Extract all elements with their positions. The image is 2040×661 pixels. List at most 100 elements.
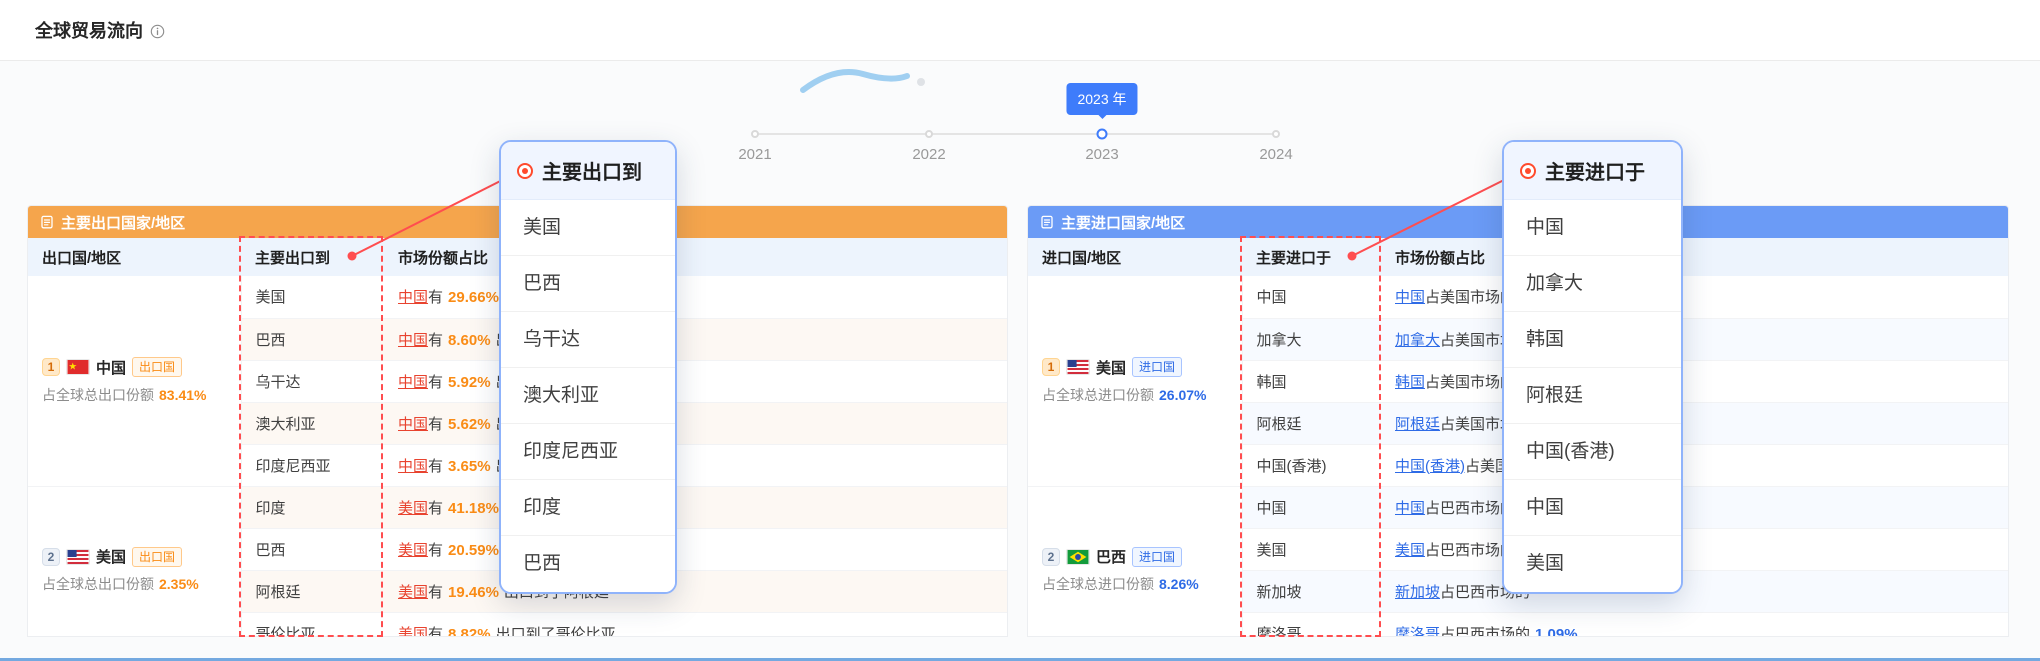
market-share-cell: 中国占美国市场的 <box>1381 276 2008 318</box>
exporter-role-badge: 出口国 <box>132 357 182 377</box>
timeline-label-2023[interactable]: 2023 <box>1085 146 1118 163</box>
country-link[interactable]: 中国 <box>398 289 428 306</box>
popup-item[interactable]: 澳大利亚 <box>501 368 675 424</box>
country-link[interactable]: 韩国 <box>1395 374 1425 391</box>
share-percent: 1.09% <box>1535 626 1578 638</box>
country-link[interactable]: 阿根廷 <box>1395 416 1440 433</box>
page-title: 全球贸易流向 <box>35 17 143 43</box>
export-popup-title: 主要出口到 <box>542 156 642 185</box>
decorative-swoosh <box>795 60 935 102</box>
red-target-icon <box>517 163 533 179</box>
timeline-dot-2024[interactable] <box>1272 130 1280 138</box>
source-cell: 中国 <box>1242 486 1381 528</box>
import-table-title: 主要进口国家/地区 <box>1061 212 1185 233</box>
popup-item[interactable]: 巴西 <box>501 256 675 312</box>
country-link[interactable]: 摩洛哥 <box>1395 626 1440 638</box>
popup-item[interactable]: 中国 <box>1504 200 1681 256</box>
market-share-cell: 美国有19.46%出口到了阿根廷 <box>384 570 1007 612</box>
rank-2-badge: 2 <box>1042 548 1060 566</box>
market-share-cell: 新加坡占巴西市场的 <box>1381 570 2008 612</box>
market-share-cell: 美国有8.82%出口到了哥伦比亚 <box>384 612 1007 637</box>
info-icon[interactable] <box>150 24 165 39</box>
global-share-label: 占全球总进口份额 <box>1042 387 1154 403</box>
share-text-mid: 有 <box>428 289 443 306</box>
share-text-tail: 出口到了哥伦比亚 <box>496 626 616 638</box>
popup-item[interactable]: 美国 <box>1504 536 1681 592</box>
share-text-mid: 有 <box>428 416 443 433</box>
col-header-import-share: 市场份额占比 <box>1381 238 2008 276</box>
market-share-cell: 加拿大占美国市场的 <box>1381 318 2008 360</box>
importer-country-name: 美国 <box>1096 357 1126 378</box>
popup-item[interactable]: 美国 <box>501 200 675 256</box>
importer-country-name: 巴西 <box>1096 546 1126 567</box>
source-cell: 韩国 <box>1242 360 1381 402</box>
country-link[interactable]: 美国 <box>1395 542 1425 559</box>
source-cell: 摩洛哥 <box>1242 612 1381 637</box>
red-target-icon <box>1520 163 1536 179</box>
rank-1-badge: 1 <box>1042 358 1060 376</box>
global-share-label: 占全球总出口份额 <box>42 387 154 403</box>
timeline-dot-2021[interactable] <box>751 130 759 138</box>
importer-group-cell-us: 1 美国 进口国 占全球总进口份额26.07% <box>1028 276 1242 486</box>
country-link[interactable]: 加拿大 <box>1395 332 1440 349</box>
global-share-label: 占全球总进口份额 <box>1042 576 1154 592</box>
country-link[interactable]: 中国 <box>1395 289 1425 306</box>
timeline-label-2021[interactable]: 2021 <box>738 146 771 163</box>
year-tooltip: 2023 年 <box>1066 83 1137 115</box>
country-link[interactable]: 美国 <box>398 500 428 517</box>
list-clipboard-icon <box>1040 215 1054 229</box>
market-share-cell: 中国有29.66%出口到了美国 <box>384 276 1007 318</box>
share-percent: 5.92% <box>448 374 491 391</box>
country-link[interactable]: 中国 <box>1395 500 1425 517</box>
country-link[interactable]: 中国(香港) <box>1395 458 1465 475</box>
popup-item[interactable]: 中国(香港) <box>1504 424 1681 480</box>
destination-cell: 美国 <box>241 276 384 318</box>
timeline-track[interactable] <box>755 133 1276 135</box>
market-share-cell: 中国有8.60%出口到了巴西 <box>384 318 1007 360</box>
country-link[interactable]: 中国 <box>398 332 428 349</box>
timeline-dot-2023[interactable] <box>1097 129 1108 140</box>
importer-role-badge: 进口国 <box>1132 547 1182 567</box>
popup-item[interactable]: 印度尼西亚 <box>501 424 675 480</box>
destination-cell: 乌干达 <box>241 360 384 402</box>
country-link[interactable]: 美国 <box>398 542 428 559</box>
exporter-group-cell-china: 1 中国 出口国 占全球总出口份额83.41% <box>28 276 241 486</box>
china-flag-icon <box>66 359 90 375</box>
country-link[interactable]: 中国 <box>398 374 428 391</box>
popup-item[interactable]: 印度 <box>501 480 675 536</box>
popup-item[interactable]: 韩国 <box>1504 312 1681 368</box>
popup-item[interactable]: 巴西 <box>501 536 675 592</box>
us-flag-icon <box>1066 359 1090 375</box>
timeline-label-2024[interactable]: 2024 <box>1259 146 1292 163</box>
destination-cell: 印度尼西亚 <box>241 444 384 486</box>
timeline-dot-2022[interactable] <box>925 130 933 138</box>
destination-cell: 澳大利亚 <box>241 402 384 444</box>
popup-item[interactable]: 中国 <box>1504 480 1681 536</box>
exporter-role-badge: 出口国 <box>132 547 182 567</box>
popup-item[interactable]: 加拿大 <box>1504 256 1681 312</box>
col-header-export-share: 市场份额占比 <box>384 238 1007 276</box>
market-share-cell: 中国占巴西市场的 <box>1381 486 2008 528</box>
country-link[interactable]: 美国 <box>398 584 428 601</box>
country-link[interactable]: 新加坡 <box>1395 584 1440 601</box>
col-header-export-dest: 主要出口到 <box>241 238 384 276</box>
exporter-country-name: 美国 <box>96 546 126 567</box>
country-link[interactable]: 美国 <box>398 626 428 638</box>
destination-cell: 巴西 <box>241 318 384 360</box>
rank-1-badge: 1 <box>42 358 60 376</box>
popup-item[interactable]: 乌干达 <box>501 312 675 368</box>
share-percent: 20.59% <box>448 542 499 559</box>
share-text-mid: 有 <box>428 458 443 475</box>
export-popup-header: 主要出口到 <box>501 142 675 200</box>
share-text-mid: 有 <box>428 500 443 517</box>
share-percent: 19.46% <box>448 584 499 601</box>
popup-item[interactable]: 阿根廷 <box>1504 368 1681 424</box>
country-link[interactable]: 中国 <box>398 416 428 433</box>
country-link[interactable]: 中国 <box>398 458 428 475</box>
share-text-mid: 有 <box>428 584 443 601</box>
source-cell: 中国(香港) <box>1242 444 1381 486</box>
timeline-label-2022[interactable]: 2022 <box>912 146 945 163</box>
global-share-value: 8.26% <box>1159 576 1199 592</box>
col-header-import-src: 主要进口于 <box>1242 238 1381 276</box>
export-table-title: 主要出口国家/地区 <box>61 212 185 233</box>
